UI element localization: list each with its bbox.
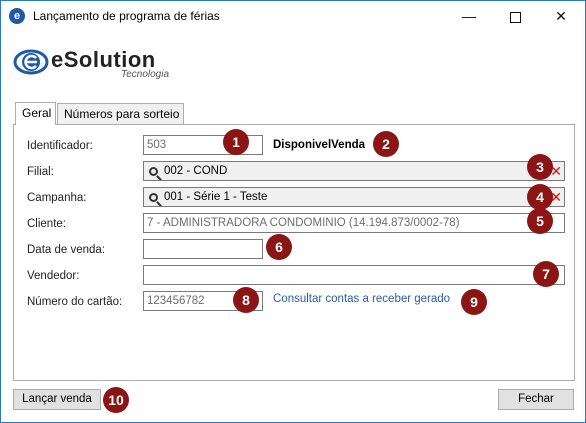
numero-cartao-label: Número do cartão: bbox=[27, 296, 123, 308]
esolution-logo-icon bbox=[13, 49, 49, 75]
annotation-badge-7: 7 bbox=[533, 261, 559, 287]
vendedor-label: Vendedor: bbox=[27, 270, 80, 282]
annotation-badge-9: 9 bbox=[461, 289, 487, 315]
annotation-badge-10: 10 bbox=[103, 387, 129, 413]
lancar-venda-button[interactable]: Lançar venda bbox=[13, 389, 101, 410]
identificador-label: Identificador: bbox=[27, 140, 93, 152]
campanha-lookup[interactable]: 001 - Série 1 - Teste ✕ bbox=[143, 187, 565, 207]
filial-label: Filial: bbox=[27, 166, 54, 178]
filial-value: 002 - COND bbox=[164, 165, 228, 177]
tab-numeros-para-sorteio[interactable]: Números para sorteio bbox=[57, 103, 184, 124]
maximize-button[interactable] bbox=[492, 1, 538, 31]
title-bar[interactable]: e Lançamento de programa de férias — ✕ bbox=[1, 1, 585, 31]
vendedor-field[interactable] bbox=[143, 265, 565, 285]
company-logo: eSolution Tecnologia bbox=[13, 43, 213, 83]
campanha-label: Campanha: bbox=[27, 192, 87, 204]
app-window: e Lançamento de programa de férias — ✕ e… bbox=[0, 0, 586, 423]
fechar-button[interactable]: Fechar bbox=[498, 389, 574, 410]
status-text: DisponivelVenda bbox=[273, 139, 366, 151]
annotation-badge-8: 8 bbox=[233, 287, 259, 313]
maximize-icon bbox=[509, 11, 521, 23]
consultar-contas-link[interactable]: Consultar contas a receber gerado bbox=[273, 293, 450, 305]
data-venda-field[interactable] bbox=[143, 239, 263, 259]
cliente-field[interactable]: 7 - ADMINISTRADORA CONDOMINIO (14.194.87… bbox=[143, 213, 565, 233]
window-title: Lançamento de programa de férias bbox=[33, 9, 220, 23]
search-icon bbox=[149, 167, 158, 176]
close-button[interactable]: ✕ bbox=[538, 1, 584, 31]
annotation-badge-2: 2 bbox=[373, 131, 399, 157]
minimize-button[interactable]: — bbox=[446, 1, 492, 31]
annotation-badge-1: 1 bbox=[223, 129, 249, 155]
annotation-badge-4: 4 bbox=[527, 184, 553, 210]
filial-lookup[interactable]: 002 - COND ✕ bbox=[143, 161, 565, 181]
search-icon bbox=[149, 193, 158, 202]
annotation-badge-6: 6 bbox=[266, 234, 292, 260]
campanha-value: 001 - Série 1 - Teste bbox=[164, 191, 268, 203]
logo-subtitle: Tecnologia bbox=[121, 69, 170, 80]
annotation-badge-5: 5 bbox=[527, 208, 553, 234]
cliente-label: Cliente: bbox=[27, 218, 66, 230]
tab-geral[interactable]: Geral bbox=[15, 102, 56, 125]
app-icon: e bbox=[9, 8, 25, 24]
annotation-badge-3: 3 bbox=[527, 154, 553, 180]
data-venda-label: Data de venda: bbox=[27, 244, 106, 256]
